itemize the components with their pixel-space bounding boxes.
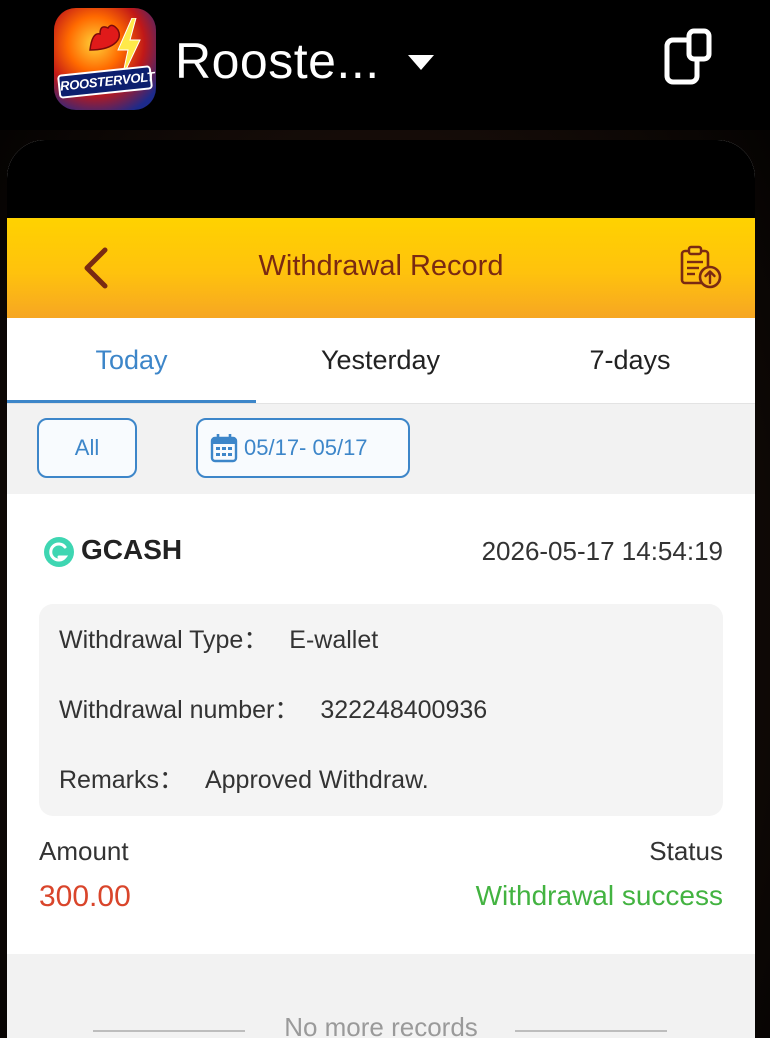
app-logo-icon[interactable]: ROOSTERVOLT <box>54 8 156 110</box>
no-more-records: No more records <box>7 1012 755 1038</box>
app-switcher-bar: ROOSTERVOLT Rooste... <box>0 0 770 130</box>
record-details: Withdrawal Type： E-wallet Withdrawal num… <box>39 604 723 816</box>
page-header: Withdrawal Record <box>7 218 755 318</box>
app-window: Withdrawal Record Today Yesterday 7-days… <box>7 140 755 1038</box>
clipboard-upload-icon[interactable] <box>677 244 725 292</box>
tab-7-days[interactable]: 7-days <box>505 318 755 404</box>
device-icon[interactable] <box>662 28 712 86</box>
detail-value: 322248400936 <box>320 696 488 724</box>
no-more-records-text: No more records <box>284 1012 478 1038</box>
calendar-icon <box>210 434 238 463</box>
withdrawal-record-card[interactable]: GCASH 2026-05-17 14:54:19 Withdrawal Typ… <box>7 494 755 954</box>
detail-withdrawal-type: Withdrawal Type： E-wallet <box>59 620 378 656</box>
active-tab-indicator <box>7 400 256 403</box>
detail-value: Approved Withdraw. <box>204 766 429 794</box>
page-title: Withdrawal Record <box>258 250 504 282</box>
amount-value: 300.00 <box>39 880 131 913</box>
date-tabs: Today Yesterday 7-days <box>7 318 755 404</box>
status-bar-area <box>7 140 755 218</box>
type-filter-button[interactable]: All <box>37 418 137 478</box>
detail-label: Remarks： <box>59 766 185 794</box>
date-range-label: 05/17- 05/17 <box>244 435 368 460</box>
status-value: Withdrawal success <box>475 880 723 911</box>
filter-bar: All 05/17- 05/17 <box>7 404 755 494</box>
screen: ROOSTERVOLT Rooste... Withdrawal Record <box>0 0 770 1038</box>
detail-label: Withdrawal number： <box>59 696 300 724</box>
record-datetime: 2026-05-17 14:54:19 <box>481 536 723 566</box>
amount-label: Amount <box>39 836 129 866</box>
date-range-button[interactable]: 05/17- 05/17 <box>196 418 410 478</box>
detail-value: E-wallet <box>289 626 379 654</box>
chevron-down-icon[interactable] <box>406 52 436 72</box>
detail-remarks: Remarks： Approved Withdraw. <box>59 760 429 796</box>
detail-label: Withdrawal Type： <box>59 626 269 654</box>
detail-withdrawal-number: Withdrawal number： 322248400936 <box>59 690 487 726</box>
app-title[interactable]: Rooste... <box>175 32 380 90</box>
tab-today[interactable]: Today <box>7 318 256 404</box>
tab-yesterday[interactable]: Yesterday <box>256 318 505 404</box>
gcash-icon <box>44 537 74 567</box>
status-label: Status <box>649 836 723 866</box>
payment-method: GCASH <box>81 534 183 565</box>
app-logo-text: ROOSTERVOLT <box>57 65 155 99</box>
divider <box>515 1030 667 1032</box>
